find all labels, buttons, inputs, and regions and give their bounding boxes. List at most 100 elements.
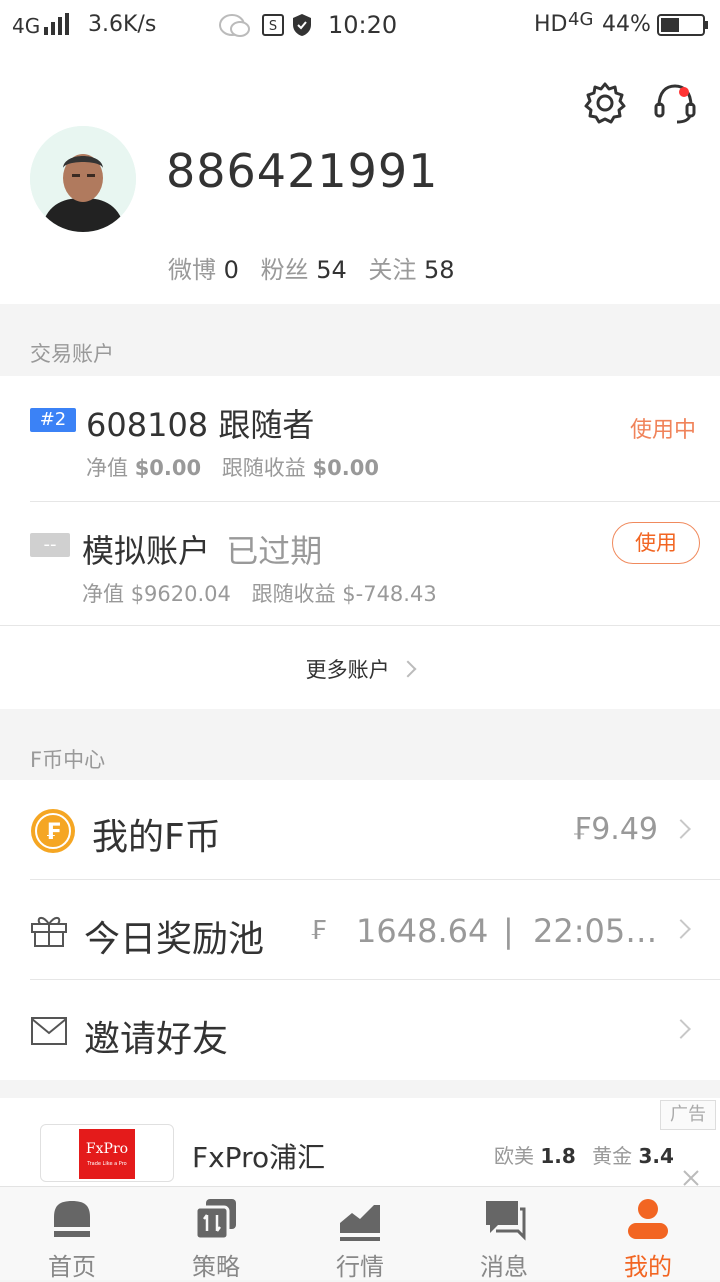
logo-text: FxPro (85, 1141, 129, 1157)
net-label: 净值 (86, 456, 128, 480)
trading-accounts-card: #2 608108 跟随者 使用中 净值 $0.00 跟随收益 $0.00 --… (0, 376, 720, 709)
avatar[interactable] (30, 126, 136, 232)
invite-friends-row[interactable]: 邀请好友 (0, 980, 720, 1080)
account-row-demo[interactable]: -- 模拟账户 已过期 使用 净值 $9620.04 跟随收益 $-748.43 (0, 502, 720, 625)
reward-pool-row[interactable]: 今日奖励池 ₣ 1648.64 | 22:05… (0, 880, 720, 980)
mail-icon (31, 1017, 67, 1045)
ad-quotes: 欧美 1.8 黄金 3.4 (494, 1140, 674, 1169)
my-fcoin-label: 我的F币 (92, 817, 221, 858)
account-status-in-use: 使用中 (629, 418, 696, 443)
ad-logo-frame: FxPro Trade Like a Pro (40, 1124, 174, 1182)
message-icon (486, 1201, 526, 1241)
account-badge: -- (30, 533, 70, 557)
ad-banner[interactable]: 广告 FxPro Trade Like a Pro FxPro浦汇 欧美 1.8… (0, 1098, 720, 1186)
account-sub: 净值 $0.00 跟随收益 $0.00 (86, 452, 379, 482)
earn-label: 跟随收益 (251, 582, 336, 606)
fcoin-symbol: ₣ (310, 916, 327, 946)
invite-friends-label: 邀请好友 (84, 1019, 229, 1060)
customer-service-icon[interactable] (652, 80, 698, 126)
quote-value: 3.4 (638, 1144, 674, 1168)
avatar-photo (30, 126, 136, 232)
tab-me[interactable]: 我的 (576, 1187, 720, 1281)
chevron-right-icon (399, 660, 417, 678)
fxpro-logo: FxPro Trade Like a Pro (79, 1129, 135, 1179)
quote-label: 黄金 (592, 1144, 633, 1168)
use-account-button[interactable]: 使用 (612, 522, 700, 564)
shield-icon (293, 14, 311, 36)
fcoin-card: ₣ 我的F币 ₣9.49 今日奖励池 ₣ 1648.64 | 22:05… 邀请… (0, 780, 720, 1080)
demo-name: 模拟账户 (82, 532, 211, 570)
gear-icon[interactable] (582, 80, 628, 126)
stat-fans-value[interactable]: 54 (316, 256, 347, 284)
hd-indicator: HD (534, 12, 568, 37)
tab-strategy-label: 策略 (192, 1253, 240, 1281)
tab-home-label: 首页 (48, 1253, 96, 1281)
chevron-right-icon (671, 1019, 691, 1039)
account-row-608108[interactable]: #2 608108 跟随者 使用中 净值 $0.00 跟随收益 $0.00 (0, 376, 720, 501)
net-value: $0.00 (134, 456, 202, 480)
expired-label: 已过期 (226, 532, 323, 570)
ad-name: FxPro浦汇 (192, 1141, 326, 1174)
quote-value: 1.8 (540, 1144, 576, 1168)
net-label: 净值 (82, 582, 124, 606)
tab-messages[interactable]: 消息 (432, 1187, 576, 1281)
battery-icon (657, 14, 708, 36)
more-accounts-link[interactable]: 更多账户 (0, 654, 720, 684)
stat-weibo-label[interactable]: 微博 (168, 256, 216, 284)
ad-tag: 广告 (660, 1100, 716, 1130)
account-badge: #2 (30, 408, 76, 432)
battery-percent: 44% (602, 12, 651, 37)
bottom-nav: 首页 策略 行情 消息 我的 (0, 1186, 720, 1281)
strategy-icon (194, 1199, 236, 1241)
earn-label: 跟随收益 (221, 456, 306, 480)
more-accounts-label: 更多账户 (305, 658, 390, 682)
user-icon (628, 1199, 668, 1239)
close-icon[interactable] (682, 1170, 700, 1186)
stat-weibo-value[interactable]: 0 (224, 256, 239, 284)
chevron-right-icon (671, 819, 691, 839)
tab-home[interactable]: 首页 (0, 1187, 144, 1281)
network-indicator: 4G (12, 14, 41, 38)
chart-icon (340, 1205, 380, 1241)
profile-stats: 微博 0 粉丝 54 关注 58 (168, 250, 469, 285)
network-indicator-right: 4G (568, 9, 594, 30)
more-accounts-row[interactable]: 更多账户 (0, 626, 720, 709)
reward-pool-label: 今日奖励池 (84, 919, 265, 960)
profile-header: 886421991 微博 0 粉丝 54 关注 58 (0, 50, 720, 304)
stat-following-label[interactable]: 关注 (368, 256, 416, 284)
stat-fans-label[interactable]: 粉丝 (261, 256, 309, 284)
account-sub-demo: 净值 $9620.04 跟随收益 $-748.43 (82, 578, 437, 608)
fcoin-section-title: F币中心 (30, 748, 106, 772)
wechat-icon (219, 14, 250, 37)
network-speed: 3.6K/s (88, 12, 157, 37)
chevron-right-icon (671, 919, 691, 939)
home-icon (54, 1201, 90, 1237)
signal-icon (44, 13, 69, 35)
account-name: 608108 跟随者 (86, 406, 315, 444)
my-fcoin-value: ₣9.49 (572, 812, 658, 847)
earn-value: $-748.43 (342, 582, 437, 606)
sim-icon: S (262, 14, 284, 36)
tab-me-label: 我的 (624, 1253, 672, 1281)
stat-following-value[interactable]: 58 (424, 256, 455, 284)
tab-market-label: 行情 (336, 1253, 384, 1281)
reward-pool-time: 22:05… (533, 912, 658, 950)
fcoin-icon: ₣ (31, 809, 75, 853)
account-name-demo: 模拟账户 已过期 (82, 526, 322, 572)
svg-text:S: S (269, 19, 277, 34)
tab-strategy[interactable]: 策略 (144, 1187, 288, 1281)
tab-messages-label: 消息 (480, 1253, 528, 1281)
net-value: $9620.04 (130, 582, 231, 606)
trading-section-title: 交易账户 (30, 342, 114, 366)
status-bar: 4G 3.6K/s S 10:20 HD 4G 44% (0, 0, 720, 50)
quote-label: 欧美 (494, 1144, 534, 1168)
tab-market[interactable]: 行情 (288, 1187, 432, 1281)
reward-pool-separator: | (503, 912, 514, 950)
svg-text:₣: ₣ (45, 820, 60, 845)
logo-subtext: Trade Like a Pro (87, 1161, 127, 1167)
clock: 10:20 (328, 11, 398, 39)
my-fcoin-row[interactable]: ₣ 我的F币 ₣9.49 (0, 780, 720, 880)
reward-pool-value: 1648.64 (356, 912, 489, 950)
earn-value: $0.00 (312, 456, 379, 480)
gift-icon (31, 917, 67, 947)
